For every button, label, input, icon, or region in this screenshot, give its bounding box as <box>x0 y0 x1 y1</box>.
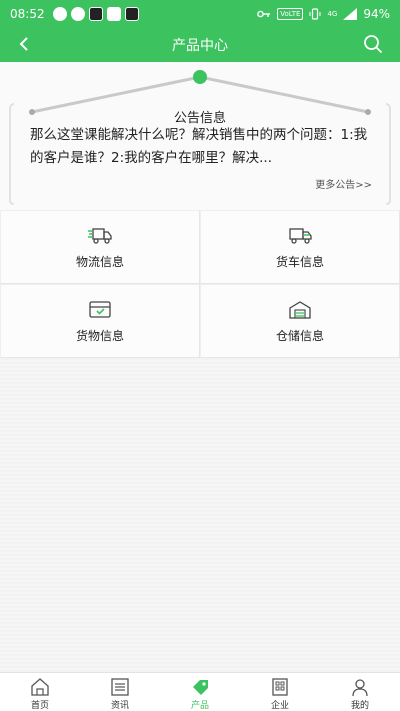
tab-enterprise[interactable]: 企业 <box>240 673 320 711</box>
grid-item-logistics[interactable]: 物流信息 <box>0 210 200 284</box>
truck-fast-icon <box>88 227 112 244</box>
truck-icon <box>289 227 312 244</box>
news-icon <box>111 678 129 696</box>
grid-item-label: 货车信息 <box>275 254 324 269</box>
more-notices-link[interactable]: 更多公告>> <box>315 176 372 191</box>
notice-body[interactable]: 那么这堂课能解决什么呢？解决销售中的两个问题：1:我的客户是谁？2:我的客户在哪… <box>30 124 370 170</box>
product-category-grid: 物流信息 货车信息 货物信息 仓储信息 <box>0 210 400 358</box>
grid-item-cargo[interactable]: 货物信息 <box>0 284 200 358</box>
empty-content-area <box>0 358 400 672</box>
grid-item-label: 货物信息 <box>75 328 124 343</box>
grid-item-label: 物流信息 <box>75 254 124 269</box>
tab-label: 产品 <box>190 701 209 711</box>
tab-products[interactable]: 产品 <box>160 673 240 711</box>
building-icon <box>272 678 288 696</box>
grid-item-label: 仓储信息 <box>275 328 324 343</box>
bottom-tab-bar: 首页 资讯 产品 企业 我的 <box>0 672 400 711</box>
home-icon <box>31 678 49 696</box>
tab-label: 企业 <box>270 701 289 711</box>
cargo-box-icon <box>89 300 111 318</box>
tab-label: 我的 <box>350 701 369 711</box>
warehouse-icon <box>289 300 311 319</box>
tab-label: 资讯 <box>110 701 129 711</box>
user-icon <box>352 679 368 697</box>
tab-home[interactable]: 首页 <box>0 673 80 711</box>
grid-item-trucks[interactable]: 货车信息 <box>200 210 400 284</box>
grid-item-warehouse[interactable]: 仓储信息 <box>200 284 400 358</box>
tab-label: 首页 <box>30 701 49 711</box>
tab-mine[interactable]: 我的 <box>320 673 400 711</box>
tag-icon <box>193 680 208 695</box>
tab-news[interactable]: 资讯 <box>80 673 160 711</box>
